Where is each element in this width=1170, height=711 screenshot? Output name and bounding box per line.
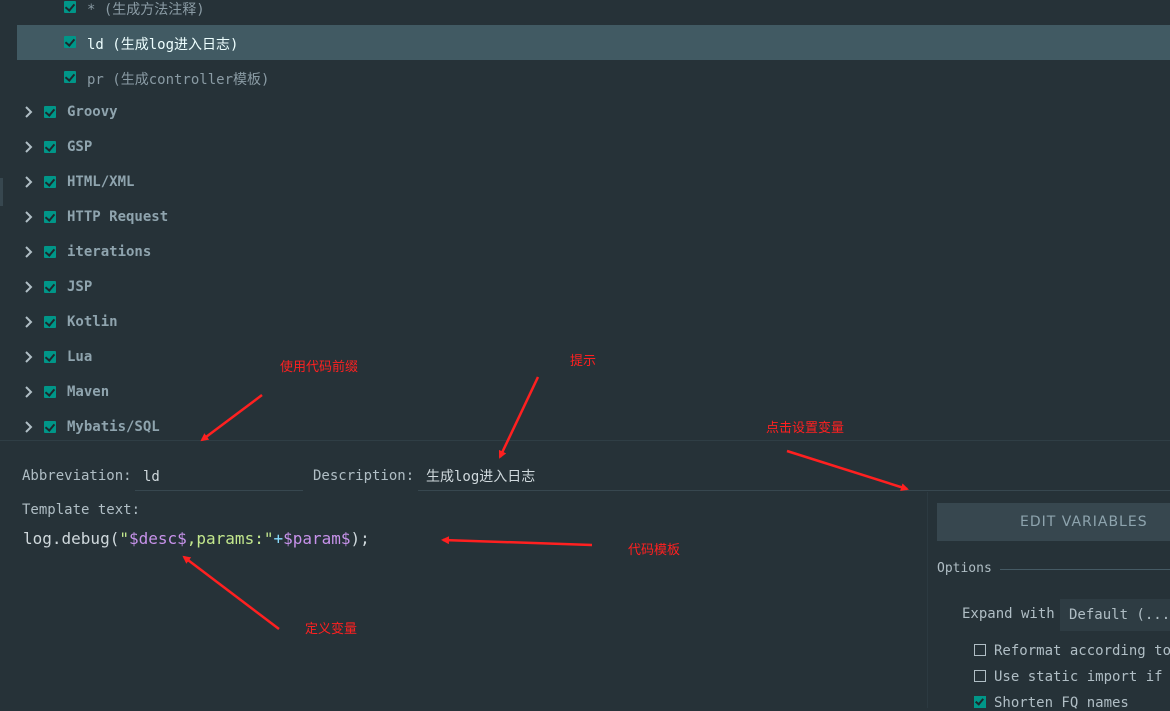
- template-item-label: pr (生成controller模板): [87, 72, 270, 88]
- option-label: Reformat according to: [994, 643, 1170, 659]
- template-group-label: Mybatis/SQL: [67, 419, 160, 435]
- template-group-html-xml[interactable]: HTML/XML: [17, 165, 1170, 200]
- shorten-fq-checkbox[interactable]: [974, 696, 986, 708]
- template-item-ld[interactable]: ld (生成log进入日志): [17, 25, 1170, 60]
- template-group-http-request[interactable]: HTTP Request: [17, 200, 1170, 235]
- template-group-label: GSP: [67, 139, 93, 155]
- annotation-define-var: 定义变量: [305, 622, 358, 637]
- description-input[interactable]: 生成log进入日志: [418, 462, 1170, 491]
- template-group-groovy[interactable]: Groovy: [17, 95, 1170, 130]
- enabled-checkbox[interactable]: [44, 351, 56, 363]
- enabled-checkbox[interactable]: [64, 71, 76, 83]
- options-divider: [1000, 569, 1170, 570]
- chevron-right-icon[interactable]: [23, 281, 35, 293]
- gutter-marker: [0, 178, 3, 206]
- template-code: log.debug("$desc$,params:"+$param$);: [23, 529, 370, 548]
- template-item-label: ld (生成log进入日志): [87, 37, 239, 53]
- template-group-label: Kotlin: [67, 314, 118, 330]
- code-token: log.debug(: [23, 529, 120, 548]
- chevron-right-icon[interactable]: [23, 141, 35, 153]
- annotation-code-template: 代码模板: [628, 543, 681, 558]
- description-label: Description:: [313, 468, 415, 484]
- static-import-checkbox[interactable]: [974, 670, 986, 682]
- reformat-option[interactable]: Reformat according to: [974, 643, 1170, 659]
- enabled-checkbox[interactable]: [44, 281, 56, 293]
- expand-with-label: Expand with: [962, 606, 1055, 622]
- enabled-checkbox[interactable]: [44, 106, 56, 118]
- annotation-hint: 提示: [570, 354, 597, 369]
- enabled-checkbox[interactable]: [64, 36, 76, 48]
- template-text-editor[interactable]: log.debug("$desc$,params:"+$param$);: [17, 520, 924, 708]
- template-tree: * (生成方法注释) ld (生成log进入日志) pr (生成controll…: [0, 0, 1170, 440]
- template-group-kotlin[interactable]: Kotlin: [17, 305, 1170, 340]
- expand-with-select[interactable]: Default (...: [1060, 599, 1170, 631]
- reformat-checkbox[interactable]: [974, 644, 986, 656]
- annotation-prefix: 使用代码前缀: [280, 360, 359, 375]
- template-group-label: Maven: [67, 384, 110, 400]
- shorten-fq-option[interactable]: Shorten FQ names: [974, 695, 1129, 711]
- chevron-right-icon[interactable]: [23, 316, 35, 328]
- enabled-checkbox[interactable]: [44, 141, 56, 153]
- code-variable-param: $param$: [283, 529, 351, 548]
- template-group-jsp[interactable]: JSP: [17, 270, 1170, 305]
- enabled-checkbox[interactable]: [64, 1, 76, 13]
- template-group-label: iterations: [67, 244, 152, 260]
- enabled-checkbox[interactable]: [44, 246, 56, 258]
- edit-variables-button[interactable]: EDIT VARIABLES: [937, 503, 1170, 541]
- abbreviation-label: Abbreviation:: [22, 468, 132, 484]
- template-group-label: Lua: [67, 349, 93, 365]
- chevron-right-icon[interactable]: [23, 106, 35, 118]
- annotation-click-vars: 点击设置变量: [766, 421, 845, 436]
- enabled-checkbox[interactable]: [44, 211, 56, 223]
- enabled-checkbox[interactable]: [44, 316, 56, 328]
- template-group-maven[interactable]: Maven: [17, 375, 1170, 410]
- template-text-label: Template text:: [22, 502, 141, 518]
- option-label: Use static import if p: [994, 669, 1170, 685]
- code-token: ,params:": [186, 529, 274, 548]
- code-token: +: [273, 529, 284, 548]
- template-group-gsp[interactable]: GSP: [17, 130, 1170, 165]
- static-import-option[interactable]: Use static import if p: [974, 669, 1170, 685]
- chevron-right-icon[interactable]: [23, 386, 35, 398]
- template-group-iterations[interactable]: iterations: [17, 235, 1170, 270]
- enabled-checkbox[interactable]: [44, 176, 56, 188]
- template-item-pr[interactable]: pr (生成controller模板): [17, 60, 1170, 95]
- enabled-checkbox[interactable]: [44, 421, 56, 433]
- chevron-right-icon[interactable]: [23, 351, 35, 363]
- enabled-checkbox[interactable]: [44, 386, 56, 398]
- chevron-right-icon[interactable]: [23, 421, 35, 433]
- template-item-method-comment[interactable]: * (生成方法注释): [17, 0, 1170, 25]
- template-group-label: JSP: [67, 279, 93, 295]
- code-token: ": [119, 529, 129, 548]
- chevron-right-icon[interactable]: [23, 211, 35, 223]
- option-label: Shorten FQ names: [994, 695, 1129, 711]
- chevron-right-icon[interactable]: [23, 246, 35, 258]
- chevron-right-icon[interactable]: [23, 176, 35, 188]
- abbreviation-input[interactable]: ld: [135, 462, 303, 491]
- template-group-label: HTML/XML: [67, 174, 135, 190]
- template-group-label: Groovy: [67, 104, 118, 120]
- section-divider: [0, 440, 1170, 441]
- template-group-label: HTTP Request: [67, 209, 169, 225]
- options-label: Options: [937, 561, 992, 576]
- code-token: );: [350, 529, 370, 548]
- template-item-label: * (生成方法注释): [87, 2, 205, 18]
- code-variable-desc: $desc$: [128, 529, 187, 548]
